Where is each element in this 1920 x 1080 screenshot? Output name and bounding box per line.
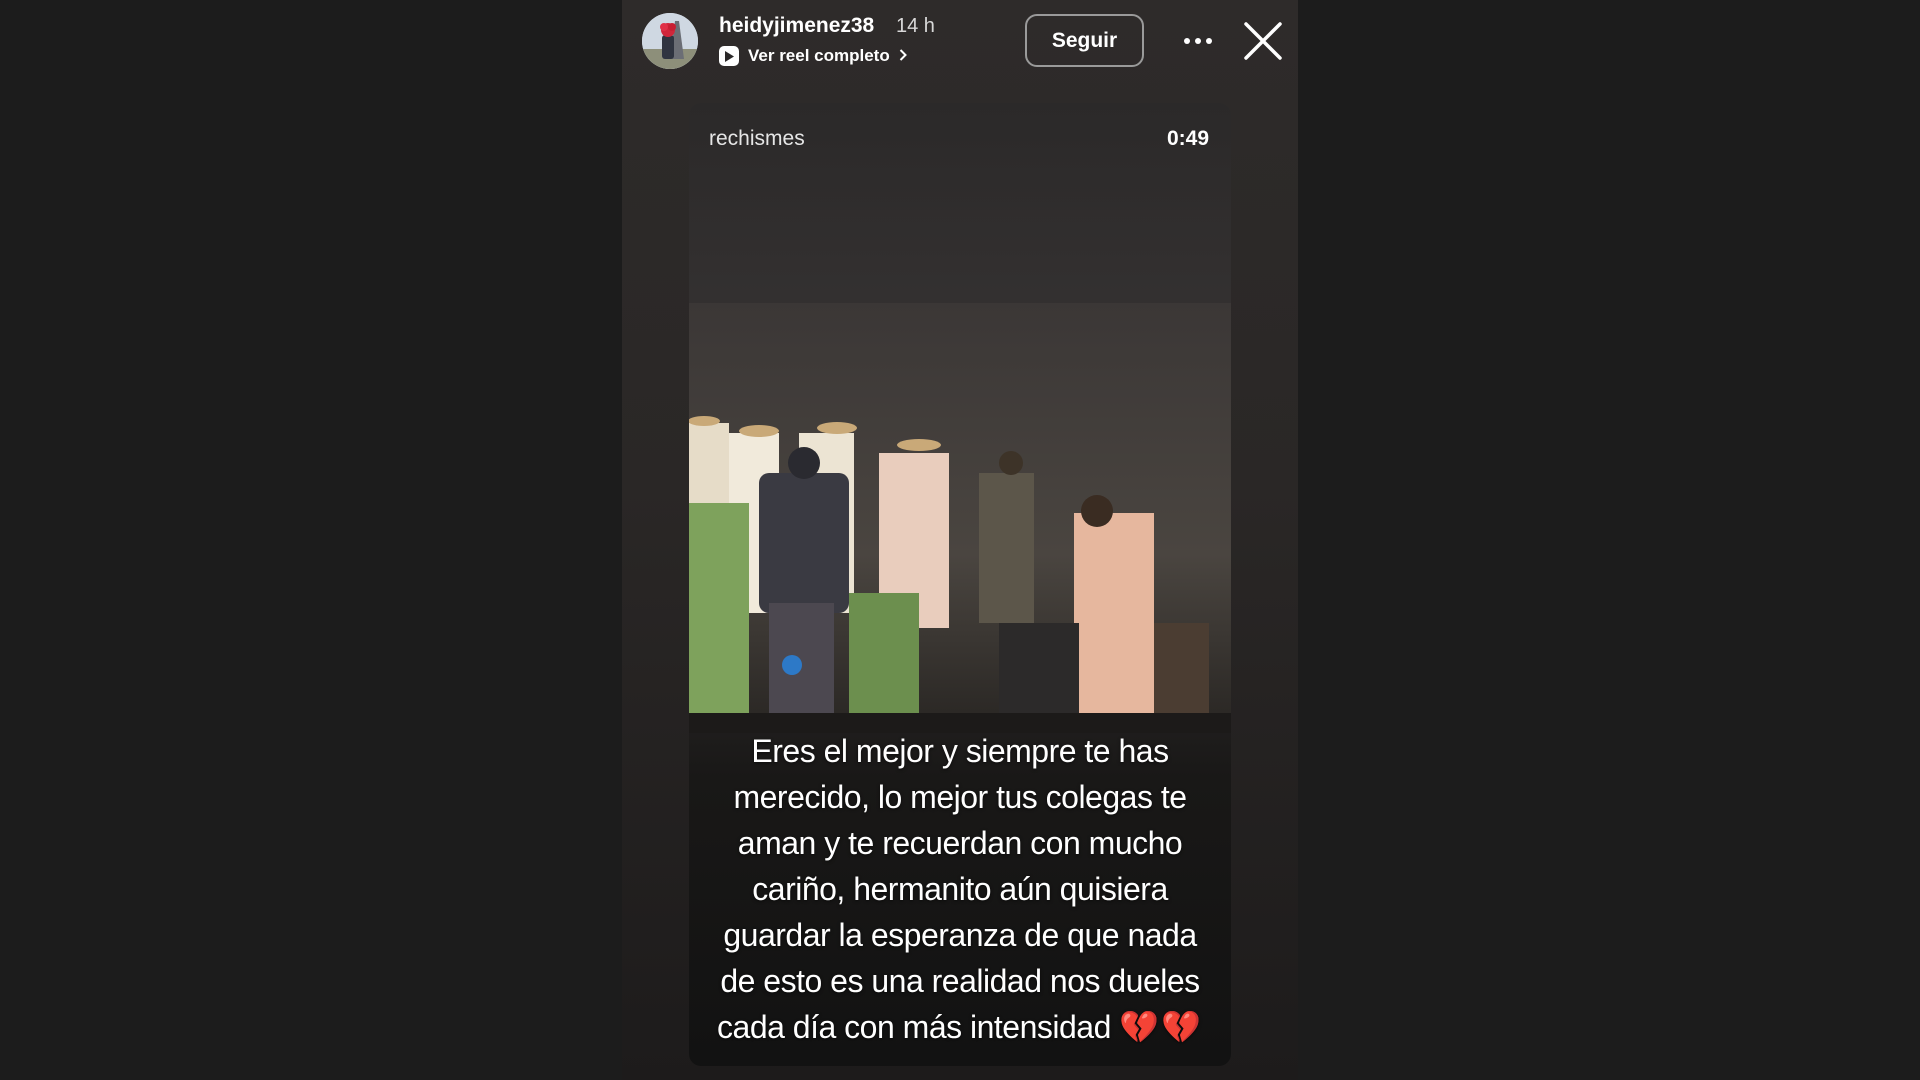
reel-caption-text: Eres el mejor y siempre te has merecido,… [717,733,1200,1045]
chevron-right-icon [899,46,907,66]
view-full-reel-label: Ver reel completo [748,46,890,65]
avatar[interactable] [642,13,698,69]
reel-caption: Eres el mejor y siempre te has merecido,… [707,728,1213,1050]
story-username[interactable]: heidyjimenez38 [719,14,874,38]
reel-duration: 0:49 [1166,127,1209,150]
play-icon [719,46,739,66]
reel-source-username: rechismes [709,127,805,150]
follow-button[interactable]: Seguir [1025,14,1144,67]
more-options-icon[interactable] [1178,26,1218,56]
video-frame [689,303,1231,733]
avatar-image [642,13,698,69]
broken-heart-emoji: 💔💔 [1119,1009,1203,1045]
story-time-ago: 14 h [896,15,935,37]
embedded-reel[interactable]: rechismes 0:49 Eres el mejor y siempre t… [689,103,1231,1066]
story-viewer: heidyjimenez38 14 h Ver reel completo Se… [622,0,1298,1080]
view-full-reel-link[interactable]: Ver reel completo [719,44,907,68]
close-icon[interactable] [1242,20,1284,62]
